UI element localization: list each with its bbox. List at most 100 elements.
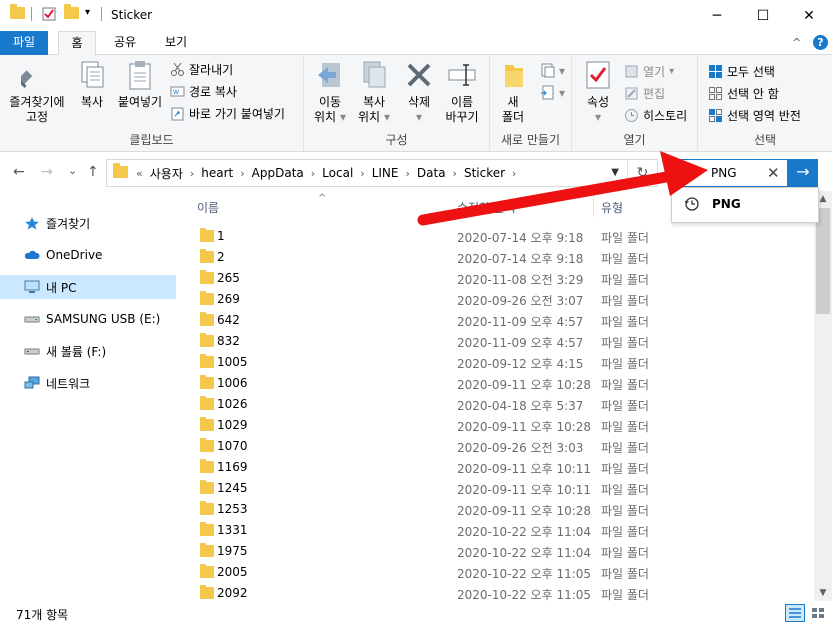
delete-button[interactable]: 삭제 ▾ [402, 59, 436, 125]
select-group: 모두 선택 선택 안 함 선택 영역 반전 선택 [698, 55, 832, 152]
file-row[interactable]: 1070 2020-09-26 오전 3:03 파일 폴더 [180, 436, 814, 457]
move-to-button[interactable]: 이동 위치 ▾ [310, 59, 350, 125]
chevron-right-icon[interactable]: › [358, 167, 366, 180]
new-folder-button[interactable]: 새 폴더 [496, 59, 530, 125]
file-row[interactable]: 1005 2020-09-12 오후 4:15 파일 폴더 [180, 352, 814, 373]
select-none-button[interactable]: 선택 안 함 [708, 85, 779, 102]
rename-button[interactable]: 이름 바꾸기 [440, 59, 484, 125]
up-button[interactable]: ↑ [87, 164, 99, 180]
file-row[interactable]: 1331 2020-10-22 오후 11:04 파일 폴더 [180, 520, 814, 541]
scroll-down-arrow-icon[interactable]: ▼ [814, 588, 832, 598]
file-row[interactable]: 269 2020-09-26 오전 3:07 파일 폴더 [180, 289, 814, 310]
refresh-button[interactable]: ↻ [627, 160, 657, 186]
tab-file[interactable]: 파일 [0, 31, 48, 55]
breadcrumb-item[interactable]: Sticker [459, 166, 510, 180]
search-box[interactable]: PNG ✕ [670, 159, 788, 187]
paste-shortcut-button[interactable]: 바로 가기 붙여넣기 [170, 105, 285, 122]
close-button[interactable]: ✕ [786, 0, 832, 31]
new-item-button[interactable]: ▾ [540, 63, 565, 78]
nav-item-volume-f[interactable]: 새 볼륨 (F:) [0, 339, 176, 363]
column-divider[interactable] [593, 195, 594, 217]
search-go-button[interactable]: → [788, 159, 818, 187]
invert-selection-button[interactable]: 선택 영역 반전 [708, 107, 801, 124]
properties-button[interactable]: 속성 ▾ [578, 59, 618, 125]
file-row[interactable]: 2 2020-07-14 오후 9:18 파일 폴더 [180, 247, 814, 268]
file-row[interactable]: 265 2020-11-08 오전 3:29 파일 폴더 [180, 268, 814, 289]
help-icon[interactable]: ? [813, 35, 828, 50]
copy-path-button[interactable]: W 경로 복사 [170, 83, 237, 100]
breadcrumb-item[interactable]: 사용자 [145, 165, 188, 182]
nav-item-this-pc[interactable]: 내 PC [0, 275, 176, 299]
file-row[interactable]: 1975 2020-10-22 오후 11:04 파일 폴더 [180, 541, 814, 562]
recent-locations-button[interactable]: ⌄ [68, 164, 77, 177]
search-input[interactable]: PNG [711, 166, 737, 180]
file-row[interactable]: 1 2020-07-14 오후 9:18 파일 폴더 [180, 226, 814, 247]
clear-search-button[interactable]: ✕ [767, 164, 780, 182]
tab-share[interactable]: 공유 [108, 31, 142, 55]
nav-item-quick-access[interactable]: 즐겨찾기 [0, 211, 176, 235]
search-suggestion-item[interactable]: PNG [712, 197, 741, 211]
properties-check-icon[interactable] [42, 7, 56, 21]
large-icons-view-button[interactable] [808, 604, 828, 622]
copy-to-button[interactable]: 복사 위치 ▾ [354, 59, 394, 125]
file-row[interactable]: 2005 2020-10-22 오후 11:05 파일 폴더 [180, 562, 814, 583]
clipboard-group: 즐겨찾기에 고정 복사 붙여넣기 잘라내기 W 경로 복사 바로 가기 붙여넣기… [0, 55, 304, 152]
breadcrumb-item[interactable]: AppData [247, 166, 309, 180]
file-row[interactable]: 1253 2020-09-11 오후 10:28 파일 폴더 [180, 499, 814, 520]
tab-home[interactable]: 홈 [58, 31, 96, 56]
column-header-name[interactable]: 이름 [197, 199, 219, 216]
details-view-button[interactable] [785, 604, 805, 622]
column-header-type[interactable]: 유형 [601, 199, 623, 216]
address-bar[interactable]: « 사용자 › heart › AppData › Local › LINE ›… [106, 159, 658, 187]
chevron-right-icon[interactable]: › [238, 167, 246, 180]
nav-item-label: 즐겨찾기 [46, 216, 91, 231]
file-row[interactable]: 1029 2020-09-11 오후 10:28 파일 폴더 [180, 415, 814, 436]
chevron-right-icon[interactable]: › [451, 167, 459, 180]
chevron-right-icon[interactable]: › [188, 167, 196, 180]
search-suggestion-dropdown: PNG [671, 187, 819, 223]
file-type: 파일 폴더 [601, 231, 649, 245]
file-row[interactable]: 1245 2020-09-11 오후 10:11 파일 폴더 [180, 478, 814, 499]
open-button[interactable]: 열기 ▾ [624, 63, 674, 80]
forward-button[interactable]: → [41, 164, 53, 180]
breadcrumb-item[interactable]: Data [412, 166, 451, 180]
chevron-right-icon[interactable]: › [309, 167, 317, 180]
breadcrumb-overflow[interactable]: « [134, 167, 145, 180]
cut-button[interactable]: 잘라내기 [170, 61, 233, 78]
select-all-button[interactable]: 모두 선택 [708, 63, 775, 80]
minimize-button[interactable]: ─ [694, 0, 740, 31]
file-row[interactable]: 1026 2020-04-18 오후 5:37 파일 폴더 [180, 394, 814, 415]
maximize-button[interactable]: ☐ [740, 0, 786, 31]
file-name: 1026 [217, 397, 248, 411]
nav-item-network[interactable]: 네트워크 [0, 371, 176, 395]
file-date: 2020-04-18 오후 5:37 [457, 399, 584, 413]
copy-button[interactable]: 복사 [74, 59, 110, 110]
pin-to-quick-access-button[interactable]: 즐겨찾기에 고정 [4, 59, 70, 125]
move-to-label-line2: 위치 [314, 110, 337, 124]
new-folder-icon[interactable] [64, 4, 79, 19]
file-row[interactable]: 832 2020-11-09 오후 4:57 파일 폴더 [180, 331, 814, 352]
easy-access-button[interactable]: ▾ [540, 85, 565, 100]
column-header-date[interactable]: 수정한 날짜 [457, 199, 516, 216]
customize-quick-access-icon[interactable]: ▾ [85, 7, 90, 18]
file-row[interactable]: 642 2020-11-09 오후 4:57 파일 폴더 [180, 310, 814, 331]
edit-button[interactable]: 편집 [624, 85, 665, 102]
history-button[interactable]: 히스토리 [624, 107, 687, 124]
file-row[interactable]: 2092 2020-10-22 오후 11:05 파일 폴더 [180, 583, 814, 601]
paste-button[interactable]: 붙여넣기 [114, 59, 166, 110]
breadcrumb-item[interactable]: LINE [367, 166, 404, 180]
back-button[interactable]: ← [13, 164, 25, 180]
nav-item-usb[interactable]: SAMSUNG USB (E:) [0, 307, 176, 331]
chevron-right-icon[interactable]: › [510, 167, 518, 180]
file-row[interactable]: 1006 2020-09-11 오후 10:28 파일 폴더 [180, 373, 814, 394]
file-type: 파일 폴더 [601, 525, 649, 539]
chevron-right-icon[interactable]: › [403, 167, 411, 180]
file-row[interactable]: 1169 2020-09-11 오후 10:11 파일 폴더 [180, 457, 814, 478]
tab-view[interactable]: 보기 [157, 31, 195, 55]
breadcrumb-item[interactable]: Local [317, 166, 358, 180]
breadcrumb-item[interactable]: heart [196, 166, 238, 180]
expand-ribbon-icon[interactable]: ^ [792, 36, 801, 49]
scrollbar-thumb[interactable] [816, 208, 830, 314]
address-history-dropdown-icon[interactable]: ▼ [611, 167, 619, 178]
nav-item-onedrive[interactable]: OneDrive [0, 243, 176, 267]
